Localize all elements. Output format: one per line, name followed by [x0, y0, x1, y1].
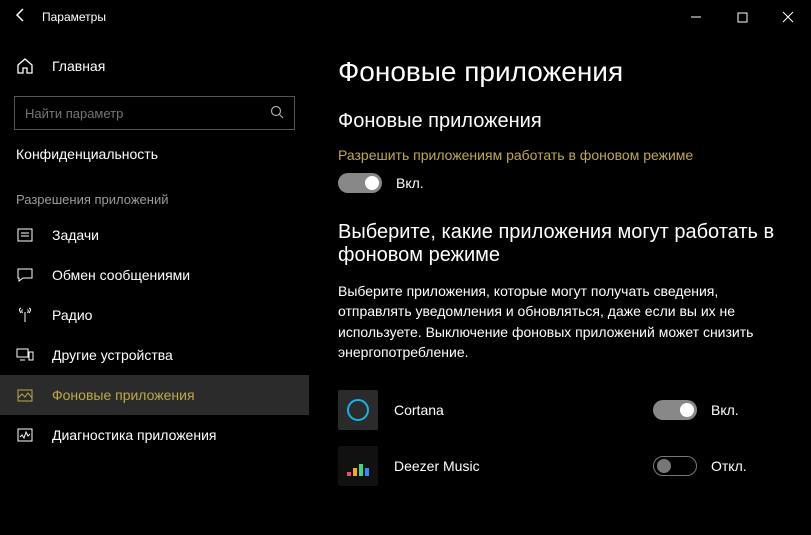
close-button[interactable]	[765, 0, 811, 34]
minimize-button[interactable]	[673, 0, 719, 34]
app-name-label: Cortana	[394, 402, 637, 418]
minimize-icon	[690, 11, 702, 23]
background-icon	[16, 386, 34, 404]
app-name-label: Deezer Music	[394, 458, 637, 474]
titlebar: Параметры	[0, 0, 811, 34]
arrow-left-icon	[13, 7, 29, 23]
maximize-icon	[737, 12, 748, 23]
tasks-icon	[16, 226, 34, 244]
sidebar-item-messaging[interactable]: Обмен сообщениями	[0, 255, 309, 295]
section-title: Фоновые приложения	[338, 110, 783, 133]
sidebar-item-label: Фоновые приложения	[52, 387, 195, 403]
back-button[interactable]	[0, 7, 42, 28]
sidebar-group-label: Разрешения приложений	[0, 172, 309, 215]
sidebar-item-tasks[interactable]: Задачи	[0, 215, 309, 255]
home-icon	[16, 57, 34, 75]
sidebar-item-radio[interactable]: Радио	[0, 295, 309, 335]
app-row-deezer: Deezer Music Откл.	[338, 438, 783, 494]
sidebar-item-label: Задачи	[52, 227, 99, 243]
sidebar-item-label: Другие устройства	[52, 347, 173, 363]
diagnostics-icon	[16, 426, 34, 444]
sidebar-category: Конфиденциальность	[0, 146, 309, 172]
deezer-icon	[338, 446, 378, 486]
sidebar-item-app-diagnostics[interactable]: Диагностика приложения	[0, 415, 309, 455]
toggle-state-label: Вкл.	[396, 175, 424, 191]
window-title: Параметры	[42, 10, 106, 24]
allow-background-toggle[interactable]	[338, 173, 382, 193]
app-toggle-cortana[interactable]	[653, 400, 697, 420]
section-description: Выберите приложения, которые могут получ…	[338, 281, 768, 362]
content-pane: Фоновые приложения Фоновые приложения Ра…	[310, 34, 811, 535]
app-row-cortana: Cortana Вкл.	[338, 382, 783, 438]
app-toggle-deezer[interactable]	[653, 456, 697, 476]
sidebar-item-label: Обмен сообщениями	[52, 267, 190, 283]
sidebar-item-background-apps[interactable]: Фоновые приложения	[0, 375, 309, 415]
page-title: Фоновые приложения	[338, 56, 783, 88]
search-input[interactable]	[25, 106, 270, 121]
radio-icon	[16, 306, 34, 324]
section-title: Выберите, какие приложения могут работат…	[338, 221, 783, 267]
sidebar-home[interactable]: Главная	[0, 46, 309, 86]
toggle-state-label: Вкл.	[711, 402, 739, 418]
close-icon	[782, 11, 794, 23]
devices-icon	[16, 346, 34, 364]
allow-background-label: Разрешить приложениям работать в фоновом…	[338, 147, 783, 163]
sidebar-home-label: Главная	[52, 58, 105, 74]
sidebar-item-label: Диагностика приложения	[52, 427, 216, 443]
maximize-button[interactable]	[719, 0, 765, 34]
search-input-wrap[interactable]	[14, 96, 295, 130]
sidebar-item-label: Радио	[52, 307, 92, 323]
sidebar-item-other-devices[interactable]: Другие устройства	[0, 335, 309, 375]
search-icon	[270, 105, 284, 122]
chat-icon	[16, 266, 34, 284]
toggle-state-label: Откл.	[711, 458, 747, 474]
cortana-icon	[338, 390, 378, 430]
sidebar: Главная Конфиденциальность Разрешения пр…	[0, 34, 310, 535]
